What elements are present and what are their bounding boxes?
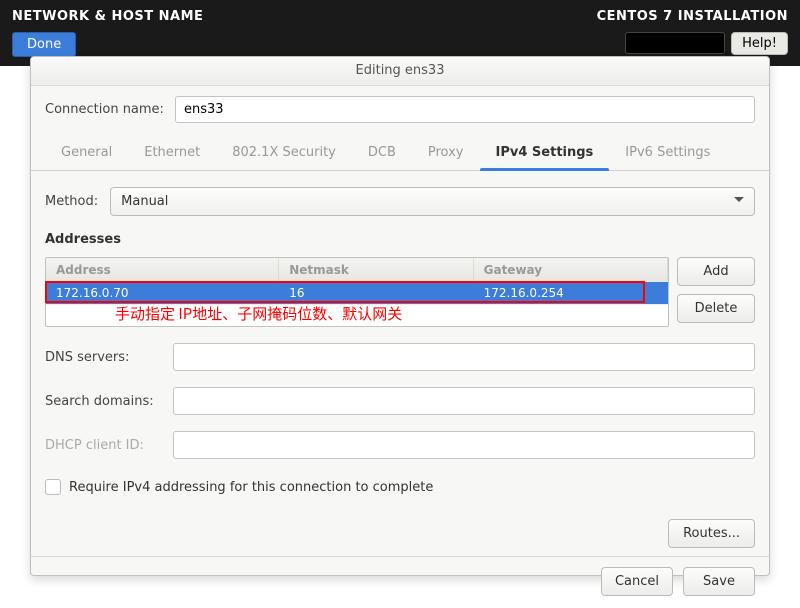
cell-netmask: 16 — [279, 282, 473, 304]
tab-general[interactable]: General — [45, 137, 128, 170]
page-title: NETWORK & HOST NAME — [12, 9, 203, 24]
language-selector[interactable] — [625, 32, 725, 54]
addresses-table[interactable]: Address Netmask Gateway 172.16.0.70 16 1… — [45, 257, 669, 327]
col-netmask: Netmask — [279, 258, 473, 282]
tab-proxy[interactable]: Proxy — [412, 137, 480, 170]
method-label: Method: — [45, 194, 98, 209]
add-address-button[interactable]: Add — [677, 257, 755, 286]
connection-name-input[interactable] — [175, 96, 755, 123]
col-gateway: Gateway — [474, 258, 668, 282]
dns-label: DNS servers: — [45, 350, 165, 365]
require-ipv4-checkbox[interactable] — [45, 479, 61, 495]
tab-ipv4[interactable]: IPv4 Settings — [480, 137, 610, 170]
col-address: Address — [46, 258, 279, 282]
tab-ipv6[interactable]: IPv6 Settings — [609, 137, 726, 170]
tab-ethernet[interactable]: Ethernet — [128, 137, 216, 170]
dhcp-client-id-label: DHCP client ID: — [45, 438, 165, 453]
dhcp-client-id-input[interactable] — [173, 431, 755, 459]
cell-gateway: 172.16.0.254 — [474, 282, 668, 304]
tab-8021x[interactable]: 802.1X Security — [216, 137, 352, 170]
connection-name-label: Connection name: — [45, 102, 165, 117]
search-domains-label: Search domains: — [45, 394, 165, 409]
dns-input[interactable] — [173, 343, 755, 371]
addresses-heading: Addresses — [45, 232, 755, 247]
help-button[interactable]: Help! — [731, 32, 788, 55]
cell-address: 172.16.0.70 — [46, 282, 279, 304]
edit-connection-dialog: Editing ens33 Connection name: General E… — [30, 56, 770, 576]
cancel-button[interactable]: Cancel — [601, 567, 673, 596]
require-ipv4-label: Require IPv4 addressing for this connect… — [69, 480, 433, 495]
tab-dcb[interactable]: DCB — [352, 137, 412, 170]
dialog-title: Editing ens33 — [31, 57, 769, 86]
done-button[interactable]: Done — [12, 32, 76, 57]
settings-tabs: General Ethernet 802.1X Security DCB Pro… — [31, 137, 769, 171]
delete-address-button[interactable]: Delete — [677, 294, 755, 323]
address-row-selected[interactable]: 172.16.0.70 16 172.16.0.254 — [46, 282, 668, 304]
save-button[interactable]: Save — [683, 567, 755, 596]
routes-button[interactable]: Routes... — [668, 519, 755, 548]
search-domains-input[interactable] — [173, 387, 755, 415]
installer-title: CENTOS 7 INSTALLATION — [597, 9, 788, 24]
method-select[interactable]: Manual — [110, 187, 755, 216]
